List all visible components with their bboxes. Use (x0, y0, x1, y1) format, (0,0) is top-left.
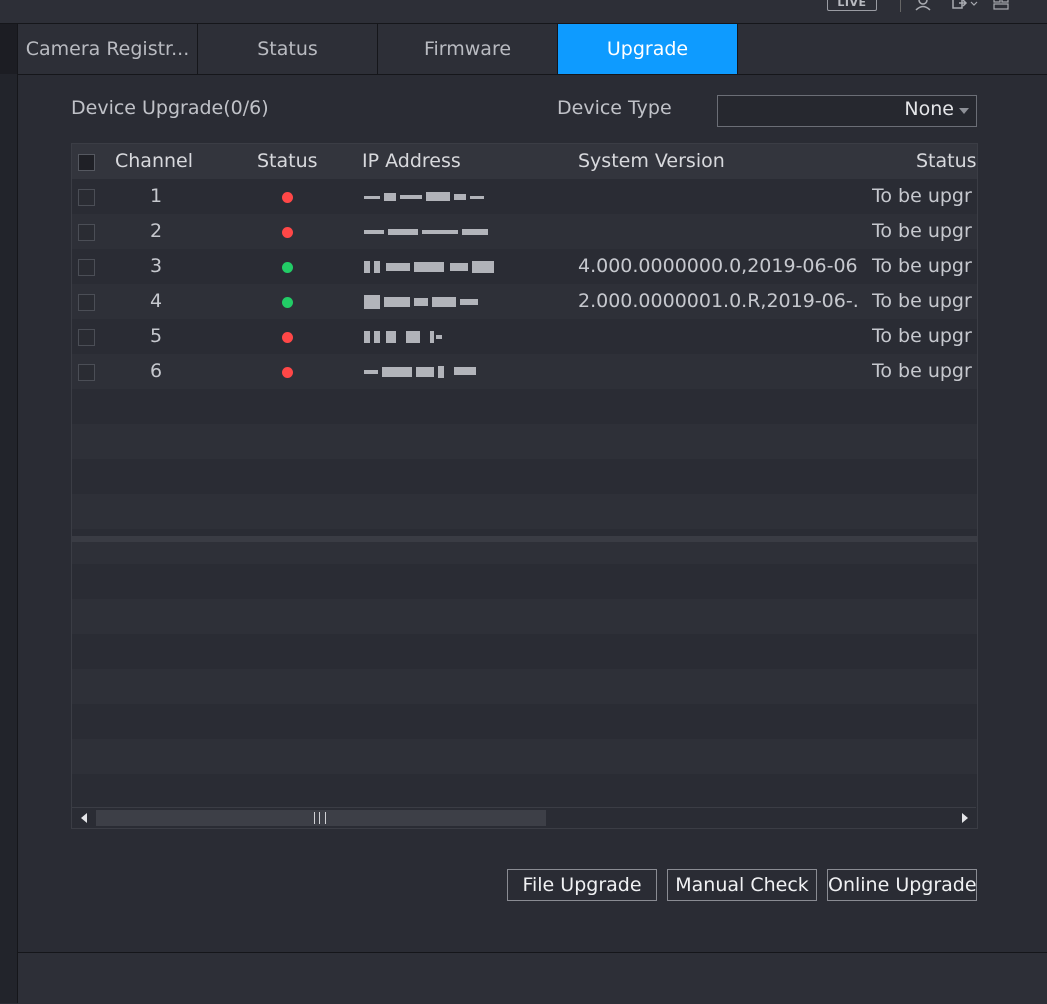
empty-row (72, 669, 977, 704)
upgrade-status-cell: To be upgr (872, 290, 972, 312)
device-type-label: Device Type (557, 97, 672, 119)
device-upgrade-count: Device Upgrade(0/6) (71, 97, 269, 119)
empty-row (72, 704, 977, 739)
empty-row (72, 599, 977, 634)
status-dot (282, 192, 293, 203)
channel-cell: 6 (149, 360, 163, 382)
upgrade-status-cell: To be upgr (872, 360, 972, 382)
status-dot (282, 297, 293, 308)
system-version-cell (578, 214, 858, 249)
empty-row (72, 494, 977, 529)
empty-row (72, 459, 977, 494)
tab-status[interactable]: Status (198, 24, 378, 74)
column-header-system-version[interactable]: System Version (578, 144, 725, 179)
upgrade-status-cell: To be upgr (872, 255, 972, 277)
horizontal-scrollbar[interactable] (72, 807, 976, 828)
toolbar-divider (900, 0, 901, 12)
empty-row (72, 634, 977, 669)
channel-cell: 3 (149, 255, 163, 277)
empty-row (72, 529, 977, 536)
file-upgrade-button[interactable]: File Upgrade (507, 869, 657, 901)
empty-row (72, 774, 977, 809)
online-upgrade-button[interactable]: Online Upgrade (827, 869, 977, 901)
column-header-ip-address[interactable]: IP Address (362, 144, 461, 179)
system-version-cell: 4.000.0000000.0,2019-06-06 (578, 255, 858, 277)
device-table: Channel Status IP Address System Version… (71, 143, 978, 829)
upgrade-status-cell: To be upgr (872, 185, 972, 207)
table-row[interactable]: 3 4.000.0000000.0,2019-06-06 To be upgr (72, 249, 977, 284)
channel-cell: 5 (149, 325, 163, 347)
system-version-cell: 2.000.0000001.0.R,2019-06-... (578, 290, 858, 312)
select-all-checkbox[interactable] (78, 154, 95, 171)
layout-icon[interactable] (992, 0, 1010, 12)
tab-camera-registration[interactable]: Camera Registr... (18, 24, 198, 74)
top-bar: LIVE (0, 0, 1047, 24)
scroll-left-icon[interactable] (74, 808, 94, 828)
column-header-status[interactable]: Status (257, 144, 318, 179)
manual-check-button[interactable]: Manual Check (667, 869, 817, 901)
status-dot (282, 367, 293, 378)
device-type-value: None (904, 98, 954, 120)
status-dot (282, 227, 293, 238)
live-button[interactable]: LIVE (827, 0, 877, 11)
channel-cell: 4 (149, 290, 163, 312)
empty-row (72, 542, 977, 564)
column-header-upgrade-status[interactable]: Status (916, 144, 977, 179)
upgrade-status-cell: To be upgr (872, 325, 972, 347)
tab-bar: Camera Registr... Status Firmware Upgrad… (18, 24, 1047, 75)
left-rail-cap (0, 24, 17, 74)
tab-firmware[interactable]: Firmware (378, 24, 558, 74)
system-version-cell (578, 354, 858, 389)
empty-row (72, 389, 977, 424)
table-header: Channel Status IP Address System Version… (72, 144, 977, 180)
footer-bar (18, 952, 1047, 1004)
empty-row (72, 739, 977, 774)
tab-upgrade[interactable]: Upgrade (558, 24, 738, 74)
table-row[interactable]: 2 To be upgr (72, 214, 977, 249)
table-row[interactable]: 1 To be upgr (72, 179, 977, 214)
empty-row (72, 424, 977, 459)
chevron-down-icon (959, 108, 969, 114)
empty-row (72, 564, 977, 599)
column-header-channel[interactable]: Channel (115, 144, 193, 179)
device-type-select[interactable]: None (717, 95, 977, 127)
status-dot (282, 262, 293, 273)
channel-cell: 1 (149, 185, 163, 207)
system-version-cell (578, 179, 858, 214)
scrollbar-thumb[interactable] (96, 810, 546, 826)
status-dot (282, 332, 293, 343)
grip-icon (314, 812, 326, 824)
left-rail (0, 24, 18, 1003)
user-icon[interactable] (914, 0, 932, 12)
scroll-right-icon[interactable] (954, 808, 974, 828)
table-row[interactable]: 6 To be upgr (72, 354, 977, 389)
logout-icon[interactable] (951, 0, 979, 12)
upgrade-status-cell: To be upgr (872, 220, 972, 242)
system-version-cell (578, 319, 858, 354)
channel-cell: 2 (149, 220, 163, 242)
table-row[interactable]: 4 2.000.0000001.0.R,2019-06-... To be up… (72, 284, 977, 319)
table-row[interactable]: 5 To be upgr (72, 319, 977, 354)
